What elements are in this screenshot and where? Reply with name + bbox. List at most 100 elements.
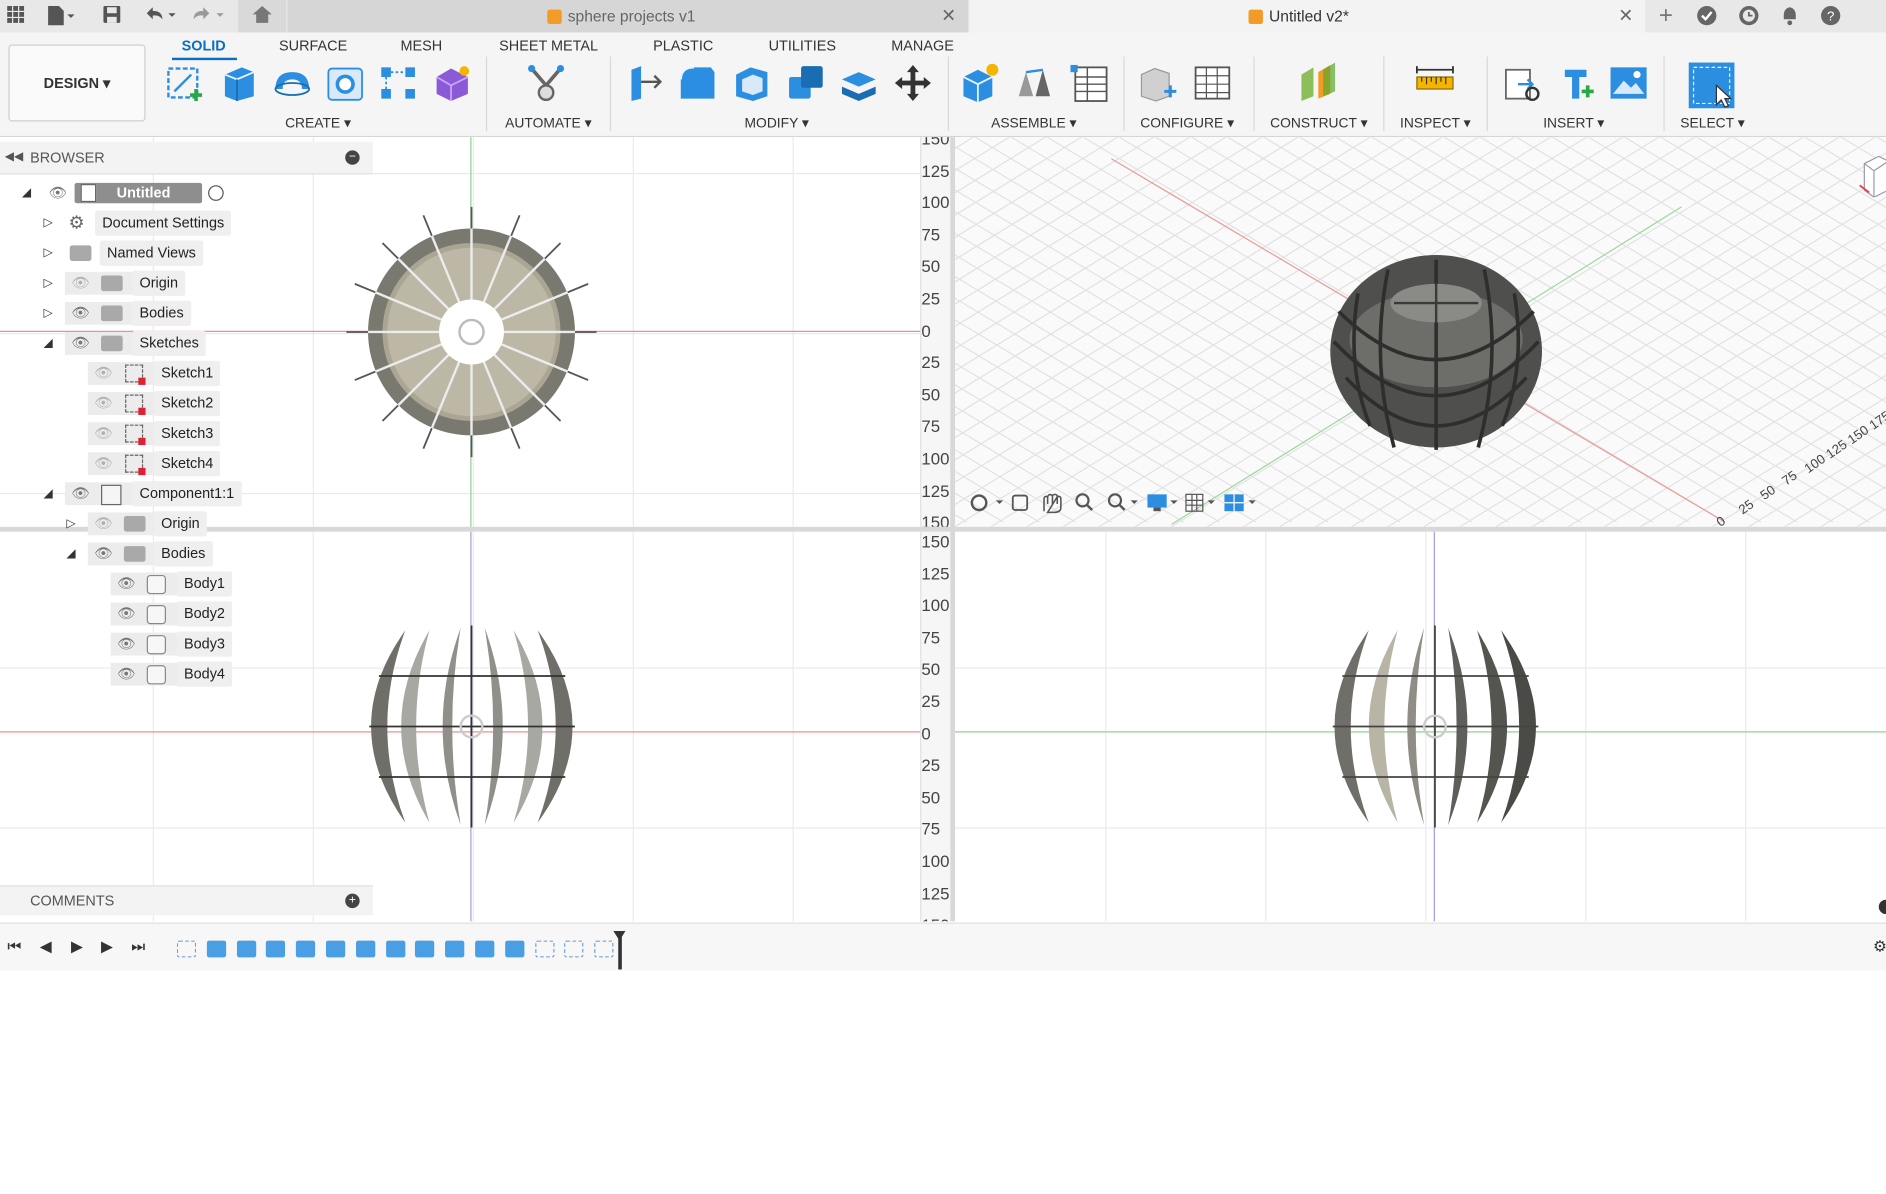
expand-triangle-icon[interactable]: ▷ [41,301,55,326]
timeline-feature-icon[interactable] [266,940,286,958]
collapse-triangle-icon[interactable]: ◢ [64,541,78,566]
job-status-icon[interactable] [1696,5,1718,27]
select-icon[interactable] [1688,61,1736,109]
press-pull-icon[interactable] [624,63,665,104]
collapse-triangle-icon[interactable]: ◢ [41,481,55,506]
timeline-feature-icon[interactable] [504,940,525,958]
insert-derive-icon[interactable] [1501,63,1542,104]
visibility-eye-icon[interactable]: 👁 [114,662,138,687]
joint-icon[interactable] [1014,63,1055,104]
tab-solid[interactable]: SOLID [182,37,226,54]
tab-utilities[interactable]: UTILITIES [769,37,836,54]
rectangular-pattern-icon[interactable] [378,63,419,104]
group-insert[interactable]: INSERT ▾ [1543,114,1604,131]
offset-plane-icon[interactable] [1298,62,1339,104]
hidden-eye-icon[interactable]: 👁 [69,271,93,296]
workspace-switcher[interactable]: DESIGN ▾ [8,44,146,122]
close-tab-icon[interactable]: ✕ [1618,0,1633,32]
bill-of-materials-icon[interactable] [1068,63,1109,104]
group-assemble[interactable]: ASSEMBLE ▾ [991,114,1076,131]
timeline-marker-head[interactable] [613,930,626,941]
visibility-eye-icon[interactable]: 👁 [114,601,138,626]
timeline-feature-icon[interactable] [206,940,226,958]
play-icon[interactable]: ▶ [69,938,86,955]
tab-mesh[interactable]: MESH [401,37,443,54]
new-component-icon[interactable] [960,63,1001,104]
change-parameters-icon[interactable] [1138,63,1179,104]
automate-icon[interactable] [526,63,567,104]
viewport-handle[interactable] [1878,899,1886,915]
visibility-eye-icon[interactable]: 👁 [114,631,138,656]
tab-plastic[interactable]: PLASTIC [653,37,713,54]
view-cube-icon[interactable] [1859,149,1886,198]
timeline-feature-icon[interactable] [236,940,256,958]
hidden-eye-icon[interactable]: 👁 [91,511,115,536]
visibility-eye-icon[interactable]: 👁 [46,180,70,205]
group-modify[interactable]: MODIFY ▾ [745,114,809,131]
timeline-feature-icon[interactable] [415,940,435,958]
visibility-eye-icon[interactable]: 👁 [69,331,93,356]
save-icon[interactable] [101,5,123,27]
help-icon[interactable]: ? [1820,5,1842,27]
expand-triangle-icon[interactable]: ▷ [41,271,55,296]
expand-triangle-icon[interactable]: ▷ [41,210,55,235]
create-form-icon[interactable] [432,63,473,104]
timeline-sketch-feature-icon[interactable] [176,940,197,958]
timeline-sketch-feature-icon[interactable] [594,940,614,958]
comments-expand-icon[interactable]: + [345,893,360,909]
revolve-icon[interactable] [272,63,313,104]
hidden-eye-icon[interactable]: 👁 [91,421,115,446]
timeline-feature-icon[interactable] [385,940,405,958]
insert-mcmaster-icon[interactable] [1555,63,1596,104]
combine-icon[interactable] [785,63,826,104]
redo-icon[interactable] [190,5,226,27]
group-inspect[interactable]: INSPECT ▾ [1400,114,1470,131]
group-create[interactable]: CREATE ▾ [285,114,351,131]
hole-icon[interactable] [325,63,366,104]
configurations-table-icon[interactable] [1192,63,1233,104]
expand-triangle-icon[interactable]: ▷ [41,241,55,266]
viewport-right[interactable] [955,531,1886,922]
visibility-eye-icon[interactable]: 👁 [114,571,138,596]
clock-icon[interactable] [1738,5,1760,27]
group-construct[interactable]: CONSTRUCT ▾ [1270,114,1367,131]
apps-grid-icon[interactable] [5,5,27,27]
timeline-sketch-feature-icon[interactable] [534,940,555,958]
tab-untitled[interactable]: Untitled v2* ✕ [969,0,1646,33]
file-icon[interactable] [46,5,75,27]
tab-sphere-projects[interactable]: sphere projects v1 ✕ [287,0,969,33]
activate-radio-icon[interactable] [208,185,224,201]
notifications-icon[interactable] [1779,5,1801,27]
timeline-feature-icon[interactable] [445,940,465,958]
timeline-feature-icon[interactable] [355,940,376,958]
timeline-sketch-feature-icon[interactable] [564,940,584,958]
timeline-feature-icon[interactable] [296,940,316,958]
undo-icon[interactable] [142,5,178,27]
create-sketch-icon[interactable] [165,63,206,104]
hidden-eye-icon[interactable]: 👁 [91,391,115,416]
expand-triangle-icon[interactable]: ▷ [64,511,78,536]
timeline-feature-icon[interactable] [325,940,346,958]
go-to-start-icon[interactable]: ⏮ [6,938,23,955]
offset-face-icon[interactable] [838,63,879,104]
viewport-perspective[interactable]: 175 150 125 100 75 50 25 0 [955,137,1886,527]
move-copy-icon[interactable] [892,63,933,104]
timeline-settings-icon[interactable]: ⚙ [1872,938,1886,955]
visibility-eye-icon[interactable]: 👁 [69,481,93,506]
visibility-eye-icon[interactable]: 👁 [91,541,115,566]
step-forward-icon[interactable]: ▶ [99,938,116,955]
viewport-area[interactable]: 150 125 100 75 50 25 0 25 50 75 100 125 150 [0,137,1886,922]
group-automate[interactable]: AUTOMATE ▾ [505,114,591,131]
collapse-panel-icon[interactable]: ◀◀ [5,142,24,173]
timeline-feature-icon[interactable] [475,940,495,958]
tab-manage[interactable]: MANAGE [891,37,954,54]
close-tab-icon[interactable]: ✕ [941,0,956,32]
group-configure[interactable]: CONFIGURE ▾ [1140,114,1234,131]
browser-minimize-icon[interactable]: − [345,150,360,165]
hidden-eye-icon[interactable]: 👁 [91,361,115,386]
go-to-end-icon[interactable]: ⏭ [130,938,147,955]
collapse-triangle-icon[interactable]: ◢ [41,331,55,356]
fillet-icon[interactable] [677,63,718,104]
measure-icon[interactable] [1414,63,1455,104]
hidden-eye-icon[interactable]: 👁 [91,451,115,476]
